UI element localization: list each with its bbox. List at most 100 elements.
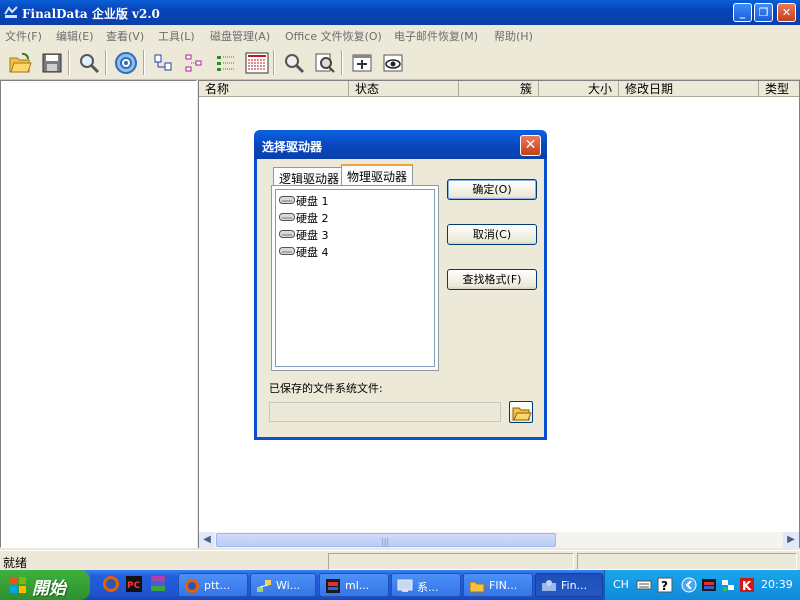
status-text: 就绪: [3, 556, 28, 570]
scroll-right-arrow-icon[interactable]: ▶: [783, 532, 799, 548]
menu-office-recovery[interactable]: Office 文件恢复(O): [285, 28, 382, 44]
horizontal-scrollbar[interactable]: ◀ ||| ▶: [199, 532, 799, 548]
cancel-button[interactable]: 取消(C): [447, 224, 537, 245]
antivirus-icon[interactable]: K: [739, 577, 755, 593]
browse-button[interactable]: [509, 401, 533, 423]
large-icons-button[interactable]: [150, 49, 178, 76]
help-icon[interactable]: ?: [657, 577, 673, 593]
list-view-icon: [217, 55, 235, 71]
details-view-icon: [245, 52, 269, 73]
taskbar-item[interactable]: ptt...: [178, 573, 248, 597]
folder-icon: [469, 581, 485, 593]
document-zoom-icon: [315, 53, 335, 73]
tab-logical-drives[interactable]: 逻辑驱动器: [273, 167, 346, 187]
column-header-type[interactable]: 类型: [759, 81, 799, 97]
title-bar[interactable]: FinalData 企业版 v2.0 _ ❐ ✕: [0, 0, 800, 25]
menu-edit[interactable]: 编辑(E): [56, 28, 94, 44]
details-view-button[interactable]: [243, 49, 271, 76]
floppy-disk-icon: [42, 53, 62, 72]
status-panel: [577, 553, 797, 570]
status-panel: [328, 553, 574, 570]
open-folder-button[interactable]: [6, 49, 34, 76]
column-header-size[interactable]: 大小: [539, 81, 619, 97]
disk-scan-button[interactable]: [112, 49, 140, 76]
list-view-button[interactable]: [212, 49, 240, 76]
open-folder-icon: [9, 52, 32, 72]
dialog-title: 选择驱动器: [262, 140, 323, 154]
maximize-button[interactable]: ❐: [754, 3, 773, 22]
toolbar: [0, 45, 800, 80]
expand-tray-icon[interactable]: [681, 577, 697, 593]
add-window-icon: [352, 54, 372, 71]
hard-disk-icon: [279, 230, 295, 238]
tab-physical-drives[interactable]: 物理驱动器: [341, 164, 414, 186]
search-button[interactable]: [75, 49, 103, 76]
taskbar-item[interactable]: 系...: [391, 573, 461, 597]
column-header-status[interactable]: 状态: [349, 81, 459, 97]
column-header-modified[interactable]: 修改日期: [619, 81, 759, 97]
menu-tools[interactable]: 工具(L): [158, 28, 195, 44]
winrar-icon[interactable]: [149, 575, 167, 593]
start-button[interactable]: 開始: [0, 570, 90, 600]
window-title: FinalData 企业版 v2.0: [22, 7, 160, 21]
network-icon: [257, 580, 271, 592]
drive-list[interactable]: 硬盘 1 硬盘 2 硬盘 3 硬盘 4: [275, 189, 435, 367]
ok-button[interactable]: 确定(O): [447, 179, 537, 200]
firefox-icon[interactable]: [102, 575, 120, 593]
preview-button[interactable]: [311, 49, 339, 76]
save-button[interactable]: [38, 49, 66, 76]
saved-filesystem-input[interactable]: [269, 402, 501, 422]
toolbar-separator: [273, 50, 275, 75]
add-button[interactable]: [348, 49, 376, 76]
network-status-icon[interactable]: [720, 577, 736, 593]
column-header-cluster[interactable]: 簇: [459, 81, 539, 97]
toolbar-separator: [341, 50, 343, 75]
saved-filesystem-label: 已保存的文件系统文件:: [269, 382, 383, 395]
pc-app-icon[interactable]: PC: [125, 575, 143, 593]
finaldata-app-icon[interactable]: [4, 5, 18, 19]
messenger-tray-icon[interactable]: [701, 577, 717, 593]
minimize-button[interactable]: _: [733, 3, 752, 22]
dialog-title-bar[interactable]: 选择驱动器 ✕: [254, 130, 547, 159]
zoom-icon: [285, 53, 305, 73]
tree-view-icon: [185, 54, 202, 71]
disk-gear-icon: [115, 51, 137, 74]
find-button[interactable]: [280, 49, 308, 76]
drive-label: 硬盘 2: [296, 212, 329, 225]
drive-label: 硬盘 1: [296, 195, 329, 208]
scrollbar-thumb[interactable]: |||: [216, 533, 556, 547]
menu-help[interactable]: 帮助(H): [494, 28, 533, 44]
small-icons-button[interactable]: [181, 49, 209, 76]
find-format-button[interactable]: 查找格式(F): [447, 269, 537, 290]
finaldata-app-icon: [542, 580, 556, 591]
scroll-left-arrow-icon[interactable]: ◀: [199, 532, 215, 548]
close-button[interactable]: ✕: [777, 3, 796, 22]
folder-tree-pane[interactable]: [0, 80, 197, 548]
hard-disk-icon: [279, 196, 295, 204]
keyboard-icon[interactable]: [636, 577, 652, 593]
windows-flag-icon: [10, 577, 26, 593]
hard-disk-icon: [279, 247, 295, 255]
taskbar-item-active[interactable]: Fin...: [535, 573, 603, 597]
firefox-icon: [185, 579, 199, 593]
dialog-close-button[interactable]: ✕: [520, 135, 541, 156]
view-file-button[interactable]: [379, 49, 407, 76]
menu-disk-management[interactable]: 磁盘管理(A): [210, 28, 270, 44]
system-icon: [397, 579, 413, 592]
menu-bar: 文件(F) 编辑(E) 查看(V) 工具(L) 磁盘管理(A) Office 文…: [0, 25, 800, 45]
menu-view[interactable]: 查看(V): [106, 28, 144, 44]
hard-disk-icon: [279, 213, 295, 221]
tab-panel: 硬盘 1 硬盘 2 硬盘 3 硬盘 4: [271, 185, 439, 371]
taskbar-item[interactable]: Wi...: [250, 573, 316, 597]
system-tray: CH ? K 20:39: [604, 570, 800, 600]
start-label: 開始: [32, 579, 66, 599]
svg-text:K: K: [742, 579, 752, 593]
menu-email-recovery[interactable]: 电子邮件恢复(M): [394, 28, 478, 44]
taskbar-item[interactable]: ml...: [319, 573, 389, 597]
svg-text:?: ?: [661, 579, 668, 593]
column-header-name[interactable]: 名称: [199, 81, 349, 97]
taskbar-item[interactable]: FIN...: [463, 573, 533, 597]
clock: 20:39: [761, 578, 793, 591]
ime-indicator[interactable]: CH: [613, 578, 629, 591]
menu-file[interactable]: 文件(F): [5, 28, 42, 44]
